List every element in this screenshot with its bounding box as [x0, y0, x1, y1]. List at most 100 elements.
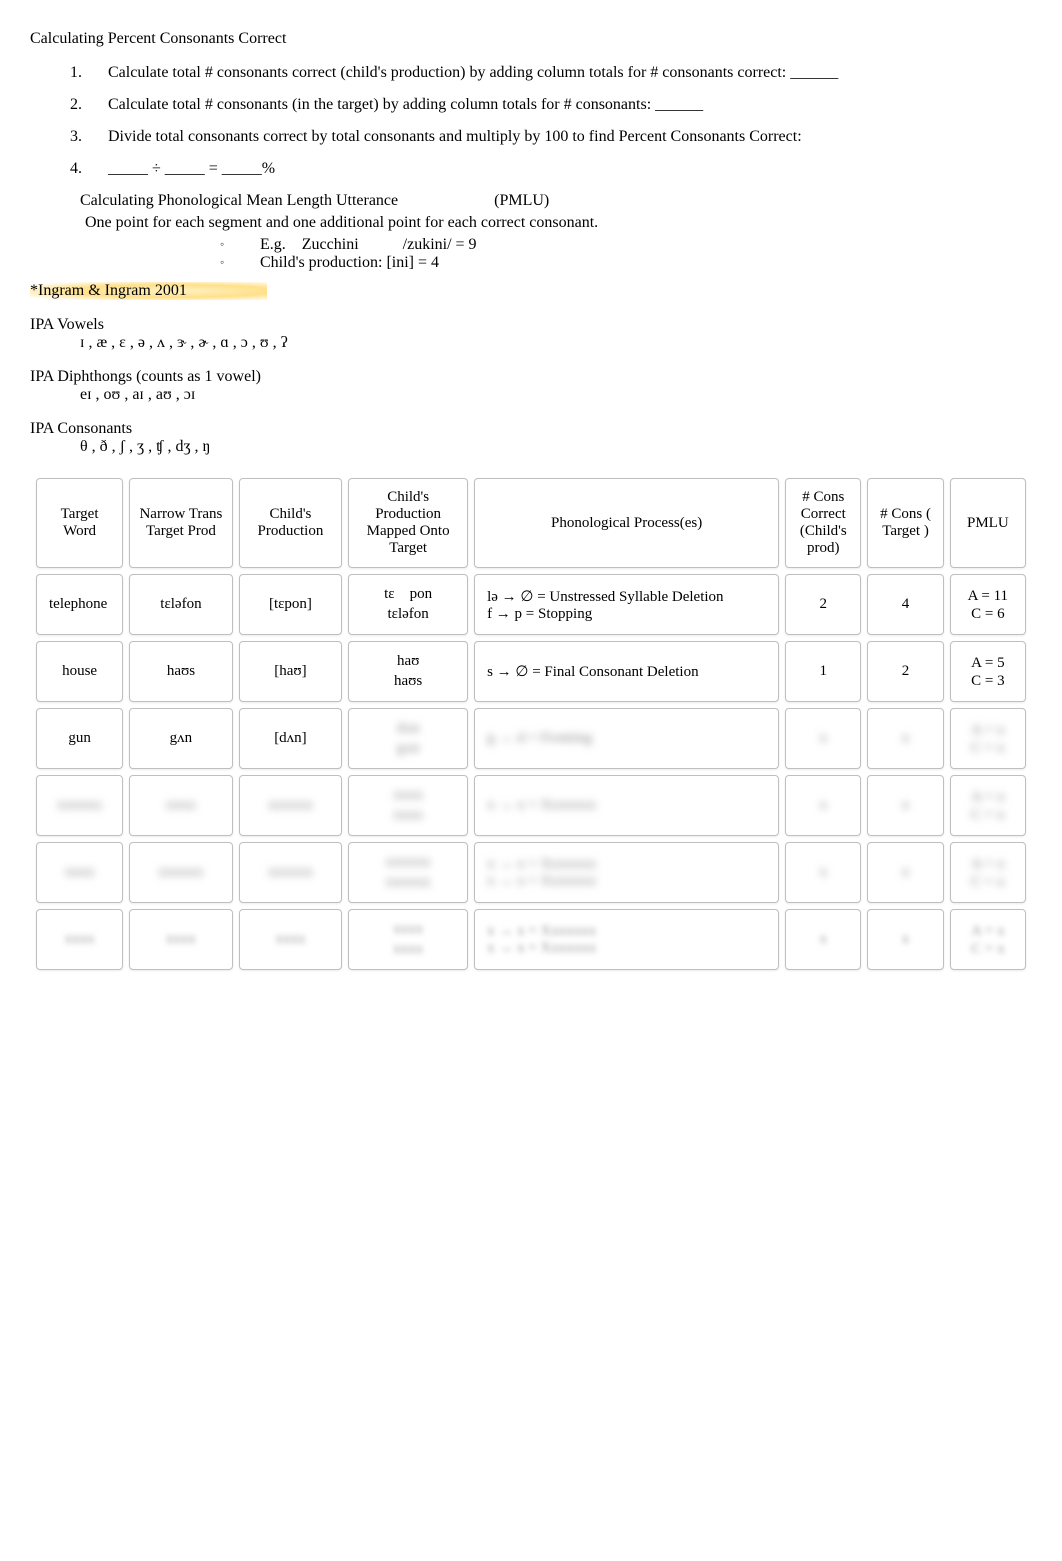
table-row: xxxxxx xxxx xxxxxx xxxx xxxx x → x = Xxx… — [36, 775, 1026, 836]
bullet-text: Child's production: [ini] = 4 — [260, 254, 439, 271]
obscured-text: x → x = Xxxxxxx — [487, 873, 770, 890]
cell-process: g → d = Fronting — [474, 708, 779, 769]
step-num: 1. — [70, 64, 82, 82]
obscured-text: x — [902, 931, 910, 947]
cell-mapped: xxxx xxxx — [348, 909, 468, 970]
obscured-text: g → d = Fronting — [487, 730, 592, 746]
cell-process: lə → ∅ = Unstressed Syllable Deletion f … — [474, 574, 779, 635]
obscured-text: x — [820, 931, 828, 947]
th-process: Phonological Process(es) — [474, 478, 779, 568]
map-top: xxxxxx — [386, 853, 431, 873]
th-cons-correct: # Cons Correct (Child's prod) — [785, 478, 861, 568]
map-bot: xxxxxx — [386, 873, 431, 893]
step-text: Calculate total # consonants correct (ch… — [108, 64, 838, 81]
cell-pmlu: A = 11 C = 6 — [950, 574, 1026, 635]
cell-cons-correct: x — [785, 708, 861, 769]
cell-narrow: gʌn — [129, 708, 233, 769]
table-row: gun gʌn [dʌn] dʌn gʌn g → d = Fronting x… — [36, 708, 1026, 769]
th-mapped: Child's Production Mapped Onto Target — [348, 478, 468, 568]
step-text: Calculate total # consonants (in the tar… — [108, 96, 703, 113]
step-4: 4._____ ÷ _____ = _____% — [70, 160, 1032, 178]
th-narrow-trans: Narrow Trans Target Prod — [129, 478, 233, 568]
pmlu-a: A = x — [971, 788, 1004, 806]
cell-child: xxxxxx — [239, 842, 343, 903]
map-top: haʊ — [397, 652, 419, 672]
cell-pmlu: A = x C = x — [950, 909, 1026, 970]
obscured-text: x — [902, 797, 910, 813]
cell-child: [dʌn] — [239, 708, 343, 769]
step-text: _____ ÷ _____ = _____% — [108, 160, 275, 177]
cell-process: s → ∅ = Final Consonant Deletion — [474, 641, 779, 702]
obscured-text: xxxx — [166, 797, 196, 813]
step-2: 2.Calculate total # consonants (in the t… — [70, 96, 1032, 114]
table-header-row: Target Word Narrow Trans Target Prod Chi… — [36, 478, 1026, 568]
obscured-text: xxxx — [166, 931, 196, 947]
cell-cons-correct: x — [785, 909, 861, 970]
obscured-text: xxxxxx — [268, 797, 313, 813]
obscured-text: x — [902, 730, 910, 746]
pmlu-rule: One point for each segment and one addit… — [85, 214, 1032, 232]
cell-cons-target: 4 — [867, 574, 943, 635]
cell-mapped: xxxx xxxx — [348, 775, 468, 836]
map-bot: xxxx — [393, 806, 423, 826]
ipa-vowels-label: IPA Vowels — [30, 316, 1032, 334]
obscured-text: xxxx — [65, 931, 95, 947]
map-bot: gʌn — [397, 739, 420, 759]
map-bot: tɛləfon — [387, 605, 428, 625]
cell-cons-correct: 2 — [785, 574, 861, 635]
obscured-text: xxxxxx — [158, 864, 203, 880]
th-cons-target: # Cons ( Target ) — [867, 478, 943, 568]
cell-cons-correct: x — [785, 842, 861, 903]
cell-mapped: haʊ haʊs — [348, 641, 468, 702]
table-row: house haʊs [haʊ] haʊ haʊs s → ∅ = Final … — [36, 641, 1026, 702]
step-3: 3.Divide total consonants correct by tot… — [70, 128, 1032, 146]
cell-child: [haʊ] — [239, 641, 343, 702]
obscured-text: x → x = Xxxxxxx — [487, 940, 770, 957]
analysis-table: Target Word Narrow Trans Target Prod Chi… — [30, 472, 1032, 976]
map-top: xxxx — [393, 920, 423, 940]
obscured-text: x → x = Xxxxxxx — [487, 856, 770, 873]
pmlu-a: A = 11 — [968, 587, 1008, 605]
pmlu-example-2: Child's production: [ini] = 4 — [220, 254, 1032, 272]
cell-word: telephone — [36, 574, 123, 635]
pcc-steps: 1. Calculate total # consonants correct (… — [70, 64, 1032, 178]
pmlu-a: A = x — [971, 855, 1004, 873]
cell-cons-target: 2 — [867, 641, 943, 702]
table-row: xxxx xxxxxx xxxxxx xxxxxx xxxxxx x → x =… — [36, 842, 1026, 903]
cell-child: [tɛpon] — [239, 574, 343, 635]
cell-cons-target: x — [867, 775, 943, 836]
pmlu-a: A = x — [971, 721, 1004, 739]
cell-process: x → x = Xxxxxxx — [474, 775, 779, 836]
cell-mapped: tɛ pon tɛləfon — [348, 574, 468, 635]
cell-cons-target: x — [867, 842, 943, 903]
pmlu-c: C = x — [971, 873, 1004, 891]
map-bot: haʊs — [394, 672, 422, 692]
cell-pmlu: A = x C = x — [950, 775, 1026, 836]
ipa-consonants-label: IPA Consonants — [30, 420, 1032, 438]
pmlu-c: C = x — [971, 940, 1004, 958]
pmlu-c: C = 6 — [971, 605, 1004, 623]
cell-cons-correct: x — [785, 775, 861, 836]
cell-word: xxxxxx — [36, 775, 123, 836]
obscured-text: x → x = Xxxxxxx — [487, 923, 770, 940]
cell-process: x → x = Xxxxxxx x → x = Xxxxxxx — [474, 909, 779, 970]
obscured-text: xxxxxx — [268, 864, 313, 880]
pmlu-examples: E.g. Zucchini /zukini/ = 9 Child's produ… — [220, 236, 1032, 272]
th-child-prod: Child's Production — [239, 478, 343, 568]
pmlu-example-1: E.g. Zucchini /zukini/ = 9 — [220, 236, 1032, 254]
cell-word: house — [36, 641, 123, 702]
map-top: xxxx — [393, 786, 423, 806]
cell-cons-target: x — [867, 708, 943, 769]
map-bot: xxxx — [393, 940, 423, 960]
ipa-diphthongs-label: IPA Diphthongs (counts as 1 vowel) — [30, 368, 1032, 386]
bullet-text: E.g. Zucchini /zukini/ = 9 — [260, 236, 477, 253]
table-row: xxxx xxxx xxxx xxxx xxxx x → x = Xxxxxxx… — [36, 909, 1026, 970]
obscured-text: x — [902, 864, 910, 880]
cell-word: xxxx — [36, 842, 123, 903]
ipa-consonants: θ , ð , ʃ , ʒ , ʧ , dʒ , ŋ — [80, 438, 1032, 456]
table-row: telephone tɛləfon [tɛpon] tɛ pon tɛləfon… — [36, 574, 1026, 635]
cell-child: xxxxxx — [239, 775, 343, 836]
page-title: Calculating Percent Consonants Correct — [30, 30, 1032, 48]
cell-narrow: haʊs — [129, 641, 233, 702]
cell-word: gun — [36, 708, 123, 769]
